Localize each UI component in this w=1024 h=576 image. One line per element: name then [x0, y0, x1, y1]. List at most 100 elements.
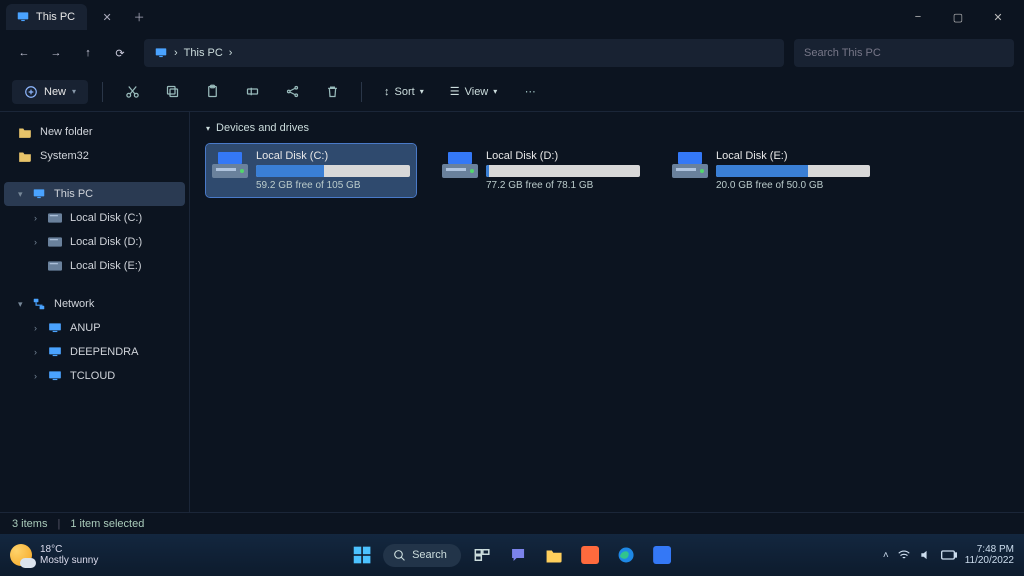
drive-capacity-bar — [486, 165, 640, 177]
new-tab-button[interactable]: ＋ — [127, 5, 151, 29]
taskbar-search-label: Search — [412, 549, 447, 561]
monitor-icon — [154, 46, 168, 60]
wifi-icon[interactable] — [897, 548, 911, 562]
copy-button[interactable] — [157, 77, 187, 107]
system-tray[interactable]: ˄ 7:48 PM 11/20/2022 — [883, 544, 1014, 566]
up-button[interactable]: ↑ — [74, 39, 102, 67]
drive-free-space: 20.0 GB free of 50.0 GB — [716, 180, 870, 191]
sidebar-item-this-pc[interactable]: ▾ This PC — [4, 182, 185, 206]
share-button[interactable] — [277, 77, 307, 107]
drive-free-space: 59.2 GB free of 105 GB — [256, 180, 410, 191]
sidebar-item-label: This PC — [54, 188, 93, 200]
sort-button[interactable]: ↕ Sort ▾ — [376, 81, 432, 103]
breadcrumb-sep: › — [229, 47, 233, 59]
drive-capacity-bar — [716, 165, 870, 177]
drive-icon — [48, 235, 64, 249]
group-devices-and-drives[interactable]: ▾ Devices and drives — [206, 122, 1008, 134]
network-icon — [32, 297, 48, 311]
sidebar-item-network-tcloud[interactable]: › TCLOUD — [4, 364, 185, 388]
taskbar-search[interactable]: Search — [383, 544, 461, 567]
taskbar-chat[interactable] — [503, 540, 533, 570]
maximize-button[interactable]: ▢ — [938, 2, 978, 32]
sidebar-item-drive-d[interactable]: › Local Disk (D:) — [4, 230, 185, 254]
sidebar-item-label: Local Disk (E:) — [70, 260, 142, 272]
new-label: New — [44, 86, 66, 98]
sidebar-item-drive-c[interactable]: › Local Disk (C:) — [4, 206, 185, 230]
sidebar-item-network-anup[interactable]: › ANUP — [4, 316, 185, 340]
folder-icon — [18, 149, 34, 163]
weather-desc: Mostly sunny — [40, 555, 98, 566]
view-icon: ☰ — [450, 85, 460, 98]
taskbar-weather[interactable]: 18°C Mostly sunny — [10, 544, 98, 566]
status-selected-count: 1 item selected — [70, 518, 144, 530]
sidebar-item-label: DEEPENDRA — [70, 346, 138, 358]
search-icon — [393, 549, 406, 562]
view-label: View — [465, 86, 489, 98]
separator — [361, 82, 362, 102]
battery-icon[interactable] — [941, 550, 957, 560]
taskbar: 18°C Mostly sunny Search ˄ — [0, 534, 1024, 576]
chevron-down-icon: ▾ — [72, 87, 76, 96]
close-button[interactable]: ✕ — [978, 2, 1018, 32]
forward-button[interactable]: → — [42, 39, 70, 67]
sidebar-item-label: Local Disk (D:) — [70, 236, 142, 248]
start-button[interactable] — [347, 540, 377, 570]
taskbar-edge[interactable] — [611, 540, 641, 570]
sidebar-item-system32[interactable]: System32 — [4, 144, 185, 168]
volume-icon[interactable] — [919, 548, 933, 562]
sidebar-item-network-deependra[interactable]: › DEEPENDRA — [4, 340, 185, 364]
chevron-right-icon: › — [34, 347, 42, 357]
taskbar-app[interactable] — [647, 540, 677, 570]
sidebar-item-label: ANUP — [70, 322, 101, 334]
chevron-right-icon: › — [34, 237, 42, 247]
taskbar-explorer[interactable] — [539, 540, 569, 570]
sort-icon: ↕ — [384, 86, 390, 98]
more-button[interactable]: ⋯ — [515, 77, 545, 107]
delete-button[interactable] — [317, 77, 347, 107]
chevron-right-icon: › — [34, 371, 42, 381]
sidebar-item-label: Network — [54, 298, 94, 310]
chevron-up-icon[interactable]: ˄ — [883, 550, 889, 561]
chevron-right-icon — [34, 261, 42, 271]
breadcrumb[interactable]: › This PC › — [144, 39, 784, 67]
drive-free-space: 77.2 GB free of 78.1 GB — [486, 180, 640, 191]
search-input[interactable]: Search This PC — [794, 39, 1014, 67]
sidebar-item-label: TCLOUD — [70, 370, 115, 382]
drive-icon — [672, 150, 708, 178]
drive-name: Local Disk (D:) — [486, 150, 640, 162]
main-pane: ▾ Devices and drives Local Disk (C:)59.2… — [190, 112, 1024, 512]
chevron-down-icon: ▾ — [18, 299, 26, 310]
separator: | — [57, 518, 60, 530]
rename-button[interactable] — [237, 77, 267, 107]
sidebar-item-network[interactable]: ▾ Network — [4, 292, 185, 316]
sidebar-item-label: New folder — [40, 126, 93, 138]
drive-item[interactable]: Local Disk (D:) 77.2 GB free of 78.1 GB — [436, 144, 646, 197]
sidebar-item-new-folder[interactable]: New folder — [4, 120, 185, 144]
task-view-button[interactable] — [467, 540, 497, 570]
taskbar-app[interactable] — [575, 540, 605, 570]
refresh-button[interactable]: ⟳ — [106, 39, 134, 67]
minimize-button[interactable]: − — [898, 2, 938, 32]
back-button[interactable]: ← — [10, 39, 38, 67]
chevron-right-icon: › — [34, 323, 42, 333]
group-label: Devices and drives — [216, 122, 309, 134]
sidebar-item-drive-e[interactable]: Local Disk (E:) — [4, 254, 185, 278]
cut-button[interactable] — [117, 77, 147, 107]
tab-close-button[interactable]: ✕ — [95, 5, 119, 29]
computer-icon — [48, 321, 64, 335]
drive-item[interactable]: Local Disk (E:)20.0 GB free of 50.0 GB — [666, 144, 876, 197]
window-controls: − ▢ ✕ — [898, 2, 1018, 32]
new-button[interactable]: New ▾ — [12, 80, 88, 104]
sidebar-item-label: System32 — [40, 150, 89, 162]
folder-icon — [18, 125, 34, 139]
drive-item[interactable]: Local Disk (C:)59.2 GB free of 105 GB — [206, 144, 416, 197]
chevron-down-icon: ▾ — [18, 189, 26, 200]
weather-temp: 18°C — [40, 544, 98, 555]
tab-title: This PC — [36, 11, 75, 23]
tab-this-pc[interactable]: This PC — [6, 4, 87, 30]
paste-button[interactable] — [197, 77, 227, 107]
status-bar: 3 items | 1 item selected — [0, 512, 1024, 534]
sort-label: Sort — [395, 86, 415, 98]
sidebar: New folder System32 ▾ This PC › Local Di… — [0, 112, 190, 512]
view-button[interactable]: ☰ View ▾ — [442, 80, 506, 103]
